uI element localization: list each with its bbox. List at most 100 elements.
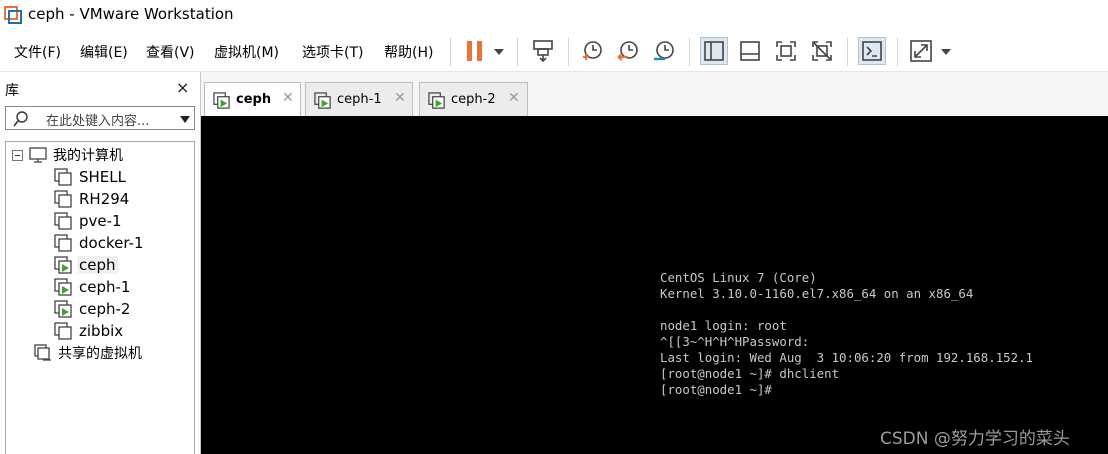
tab-label: ceph-2 [451, 92, 496, 107]
snapshot-manager-icon [654, 41, 674, 61]
stretch-dropdown-icon[interactable] [941, 49, 951, 55]
vm-icon [54, 233, 72, 252]
library-close-button[interactable]: × [176, 78, 189, 97]
vmware-app-icon [4, 6, 22, 24]
title-bar: ceph - VMware Workstation [0, 0, 1108, 30]
stretch-guest-button[interactable] [907, 37, 935, 65]
menu-vm[interactable]: 虚拟机(M) [214, 42, 279, 62]
console-line: node1 login: root [660, 318, 787, 333]
revert-snapshot-button[interactable] [614, 37, 642, 65]
stretch-icon [910, 40, 932, 62]
collapse-icon[interactable] [12, 149, 23, 161]
tab-label: ceph [236, 92, 272, 107]
vm-running-icon [54, 255, 72, 274]
console-line: Last login: Wed Aug 3 10:06:20 from 192.… [660, 350, 1033, 365]
console-line: [root@node1 ~]# [660, 382, 772, 397]
tree-root-label: 我的计算机 [53, 148, 123, 164]
take-snapshot-button[interactable] [578, 37, 606, 65]
menu-view[interactable]: 查看(V) [146, 42, 195, 62]
console-text: CentOS Linux 7 (Core) Kernel 3.10.0-1160.… [660, 270, 1033, 398]
shared-vms-icon [34, 344, 51, 361]
send-ctrl-alt-del-icon [533, 40, 553, 63]
console-line: [root@node1 ~]# dhclient [660, 366, 840, 381]
tree-vm-ceph[interactable]: ceph [54, 254, 118, 276]
vm-running-icon [314, 92, 331, 109]
close-tab-icon[interactable]: ✕ [282, 90, 294, 106]
close-tab-icon[interactable]: ✕ [508, 90, 520, 106]
vm-icon [54, 167, 72, 186]
vm-label: SHELL [79, 168, 126, 186]
menu-file[interactable]: 文件(F) [14, 42, 61, 62]
toolbar-separator [450, 38, 451, 66]
vm-icon [54, 189, 72, 208]
vm-label: pve-1 [79, 212, 122, 230]
vm-label: ceph-2 [79, 300, 131, 318]
vm-running-icon [428, 92, 445, 109]
unity-icon [812, 41, 832, 61]
tab-ceph-2[interactable]: ceph-2 ✕ [419, 82, 528, 116]
menu-help[interactable]: 帮助(H) [384, 42, 433, 62]
vm-label: RH294 [79, 190, 130, 208]
vm-label: zibbix [79, 322, 124, 340]
menu-edit[interactable]: 编辑(E) [80, 42, 128, 62]
close-tab-icon[interactable]: ✕ [394, 90, 406, 106]
console-line: Kernel 3.10.0-1160.el7.x86_64 on an x86_… [660, 286, 974, 301]
thumbnail-bar-button[interactable] [736, 37, 764, 65]
console-view-icon [862, 41, 882, 61]
menu-tabs[interactable]: 选项卡(T) [302, 42, 363, 62]
unity-button[interactable] [808, 37, 836, 65]
show-library-button[interactable] [700, 37, 728, 65]
vm-running-icon [54, 299, 72, 318]
computer-icon [29, 147, 47, 163]
toolbar-separator [517, 38, 518, 66]
full-screen-icon [776, 41, 796, 61]
send-ctrl-alt-del-button[interactable] [529, 37, 557, 65]
watermark: CSDN @努力学习的菜头 [880, 429, 1070, 449]
library-search-input[interactable]: 在此处键入内容... [5, 106, 195, 130]
snapshot-manager-button[interactable] [650, 37, 678, 65]
pause-icon [467, 41, 482, 61]
thumbnail-bar-icon [740, 41, 760, 61]
tree-vm-rh294[interactable]: RH294 [54, 188, 129, 210]
vm-label: docker-1 [79, 234, 144, 252]
toolbar-separator [568, 38, 569, 66]
pause-dropdown-icon[interactable] [494, 49, 504, 55]
window-title: ceph - VMware Workstation [28, 5, 234, 23]
library-view-icon [704, 41, 724, 61]
search-icon [13, 111, 28, 127]
tree-node-my-computer[interactable]: 我的计算机 [12, 144, 123, 166]
console-view-button[interactable] [858, 37, 886, 65]
vm-tab-strip: ceph ✕ ceph-1 ✕ ceph-2 ✕ [201, 72, 1108, 117]
menu-toolbar: 文件(F) 编辑(E) 查看(V) 虚拟机(M) 选项卡(T) 帮助(H) [0, 31, 1108, 72]
pause-button[interactable] [461, 37, 489, 65]
vm-label: ceph [77, 256, 118, 274]
tab-ceph[interactable]: ceph ✕ [204, 82, 301, 117]
full-screen-button[interactable] [772, 37, 800, 65]
tree-node-shared-vms[interactable]: 共享的虚拟机 [34, 342, 142, 364]
tab-ceph-1[interactable]: ceph-1 ✕ [305, 82, 413, 116]
library-tree: 我的计算机 SHELL RH294 pve-1 docker-1 ceph ce… [5, 141, 195, 454]
console-line: CentOS Linux 7 (Core) [660, 270, 817, 285]
vm-running-icon [213, 92, 230, 109]
vm-label: ceph-1 [79, 278, 131, 296]
console-line: ​ [660, 302, 1033, 318]
tree-vm-pve-1[interactable]: pve-1 [54, 210, 122, 232]
library-panel: 库 × 在此处键入内容... 我的计算机 SHELL RH294 pve-1 d… [0, 72, 201, 454]
toolbar-separator [847, 38, 848, 66]
vm-icon [54, 211, 72, 230]
tree-vm-ceph-1[interactable]: ceph-1 [54, 276, 130, 298]
vm-icon [54, 321, 72, 340]
vm-console-screen[interactable]: CentOS Linux 7 (Core) Kernel 3.10.0-1160.… [201, 116, 1108, 454]
library-header: 库 × [0, 72, 199, 102]
snapshot-icon [583, 41, 602, 60]
tree-vm-ceph-2[interactable]: ceph-2 [54, 298, 130, 320]
library-title: 库 [5, 83, 19, 99]
console-line: ^[[3~^H^H^HPassword: [660, 334, 810, 349]
toolbar-separator [689, 38, 690, 66]
search-dropdown-icon[interactable] [180, 116, 190, 123]
tree-vm-docker-1[interactable]: docker-1 [54, 232, 144, 254]
tree-vm-shell[interactable]: SHELL [54, 166, 126, 188]
toolbar-separator [897, 38, 898, 66]
search-placeholder: 在此处键入内容... [46, 114, 150, 129]
tree-vm-zibbix[interactable]: zibbix [54, 320, 123, 342]
